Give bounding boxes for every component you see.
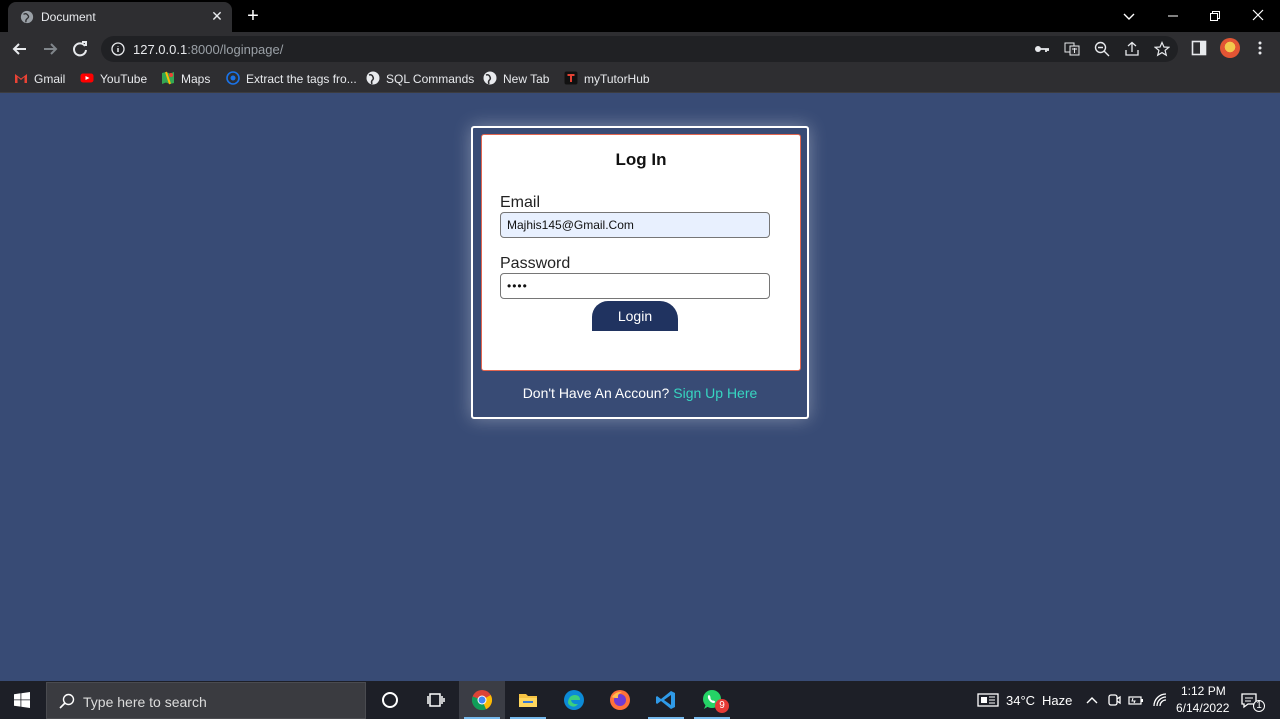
bookmark-label: myTutorHub — [584, 72, 650, 86]
email-label: Email — [500, 194, 541, 211]
profile-avatar[interactable] — [1220, 38, 1240, 58]
taskbar-search[interactable]: Type here to search — [46, 682, 366, 719]
cortana-button[interactable] — [367, 681, 413, 719]
bookmark-new-tab[interactable]: New Tab — [483, 71, 549, 87]
taskbar-edge[interactable] — [551, 681, 597, 719]
url-host: 127.0.0.1 — [133, 42, 188, 57]
zoom-out-icon[interactable] — [1094, 41, 1110, 57]
login-button[interactable]: Login — [592, 301, 678, 331]
url-text[interactable]: 127.0.0.1:8000/loginpage/ — [133, 42, 283, 57]
bookmarks-bar: Gmail YouTube Maps Extract the tags fro.… — [0, 65, 1280, 93]
tab-search-chevron-icon[interactable] — [1119, 6, 1139, 26]
signup-prompt-row: Don't Have An Accoun? Sign Up Here — [473, 385, 807, 401]
bookmark-gmail[interactable]: Gmail — [14, 71, 65, 87]
windows-taskbar: Type here to search 9 34°C Haze 1:12 PM … — [0, 681, 1280, 719]
youtube-icon — [80, 73, 94, 83]
taskbar-whatsapp[interactable]: 9 — [689, 681, 735, 719]
weather-news-icon[interactable] — [977, 692, 999, 708]
forward-arrow-icon[interactable] — [40, 39, 60, 59]
login-form: Log In Email Password Login — [481, 134, 801, 371]
login-container: Log In Email Password Login Don't Have A… — [471, 126, 809, 419]
maps-icon — [162, 71, 174, 85]
back-arrow-icon[interactable] — [10, 39, 30, 59]
globe-icon — [226, 71, 240, 85]
tab-title: Document — [41, 10, 96, 24]
more-menu-icon[interactable] — [1252, 40, 1268, 56]
minimize-icon[interactable] — [1163, 6, 1183, 26]
side-panel-icon[interactable] — [1191, 40, 1207, 56]
whatsapp-badge: 9 — [715, 699, 729, 713]
taskbar-vscode[interactable] — [643, 681, 689, 719]
bookmark-mytutorhub[interactable]: myTutorHub — [564, 71, 650, 87]
email-field[interactable] — [500, 212, 770, 238]
task-view-button[interactable] — [413, 681, 459, 719]
weather-condition[interactable]: Haze — [1042, 693, 1072, 708]
wifi-icon[interactable] — [1152, 692, 1168, 708]
chrome-icon — [471, 690, 493, 711]
share-icon[interactable] — [1124, 41, 1140, 57]
bookmark-star-icon[interactable] — [1154, 41, 1170, 57]
globe-icon — [366, 71, 380, 85]
password-label: Password — [500, 255, 571, 272]
browser-tab[interactable]: Document ✕ — [8, 2, 232, 32]
bookmark-label: Extract the tags fro... — [246, 72, 357, 86]
restore-icon[interactable] — [1205, 6, 1225, 26]
gmail-icon — [15, 74, 27, 83]
bookmark-sql-commands[interactable]: SQL Commands — [366, 71, 474, 87]
reload-icon[interactable] — [70, 39, 90, 59]
vscode-icon — [656, 691, 675, 709]
task-view-icon — [427, 693, 445, 707]
new-tab-button[interactable]: + — [244, 6, 262, 26]
bookmark-extract-tags[interactable]: Extract the tags fro... — [226, 71, 357, 87]
edge-icon — [564, 690, 584, 710]
clock-date[interactable]: 6/14/2022 — [1176, 701, 1229, 715]
key-icon[interactable] — [1034, 41, 1050, 57]
address-bar[interactable]: 127.0.0.1:8000/loginpage/ — [101, 36, 1178, 62]
show-hidden-icons-chevron-icon[interactable] — [1084, 692, 1100, 708]
bookmark-maps[interactable]: Maps — [161, 71, 210, 87]
windows-start-icon[interactable] — [14, 692, 30, 708]
bookmark-label: SQL Commands — [386, 72, 475, 86]
meet-now-icon[interactable] — [1106, 692, 1122, 708]
search-icon — [59, 693, 75, 709]
bookmark-label: Gmail — [34, 72, 66, 86]
taskbar-chrome[interactable] — [459, 681, 505, 719]
notification-count: 1 — [1253, 700, 1265, 712]
folder-icon — [519, 694, 537, 707]
mytutorhub-icon — [564, 71, 578, 85]
url-path: :8000/loginpage/ — [187, 42, 284, 57]
battery-icon[interactable] — [1128, 692, 1144, 708]
search-placeholder: Type here to search — [83, 694, 207, 710]
clock-time[interactable]: 1:12 PM — [1181, 684, 1226, 698]
globe-icon — [20, 10, 34, 24]
bookmark-label: Maps — [181, 72, 211, 86]
close-window-icon[interactable] — [1248, 6, 1268, 26]
taskbar-file-explorer[interactable] — [505, 681, 551, 719]
site-info-icon[interactable] — [111, 42, 125, 56]
password-field[interactable] — [500, 273, 770, 299]
taskbar-firefox[interactable] — [597, 681, 643, 719]
signup-link[interactable]: Sign Up Here — [673, 385, 757, 401]
bookmark-youtube[interactable]: YouTube — [80, 71, 147, 87]
tab-close-icon[interactable]: ✕ — [210, 9, 224, 23]
globe-icon — [483, 71, 497, 85]
bookmark-label: YouTube — [100, 72, 148, 86]
bookmark-label: New Tab — [503, 72, 550, 86]
login-title: Log In — [615, 150, 667, 169]
weather-temperature[interactable]: 34°C — [1006, 693, 1035, 708]
browser-toolbar: 127.0.0.1:8000/loginpage/ — [0, 32, 1280, 65]
signup-prompt: Don't Have An Accoun? — [522, 385, 670, 401]
translate-icon[interactable] — [1064, 41, 1080, 57]
firefox-icon — [610, 690, 630, 710]
browser-tab-strip: Document ✕ + — [0, 0, 1280, 32]
cortana-icon — [382, 692, 398, 708]
